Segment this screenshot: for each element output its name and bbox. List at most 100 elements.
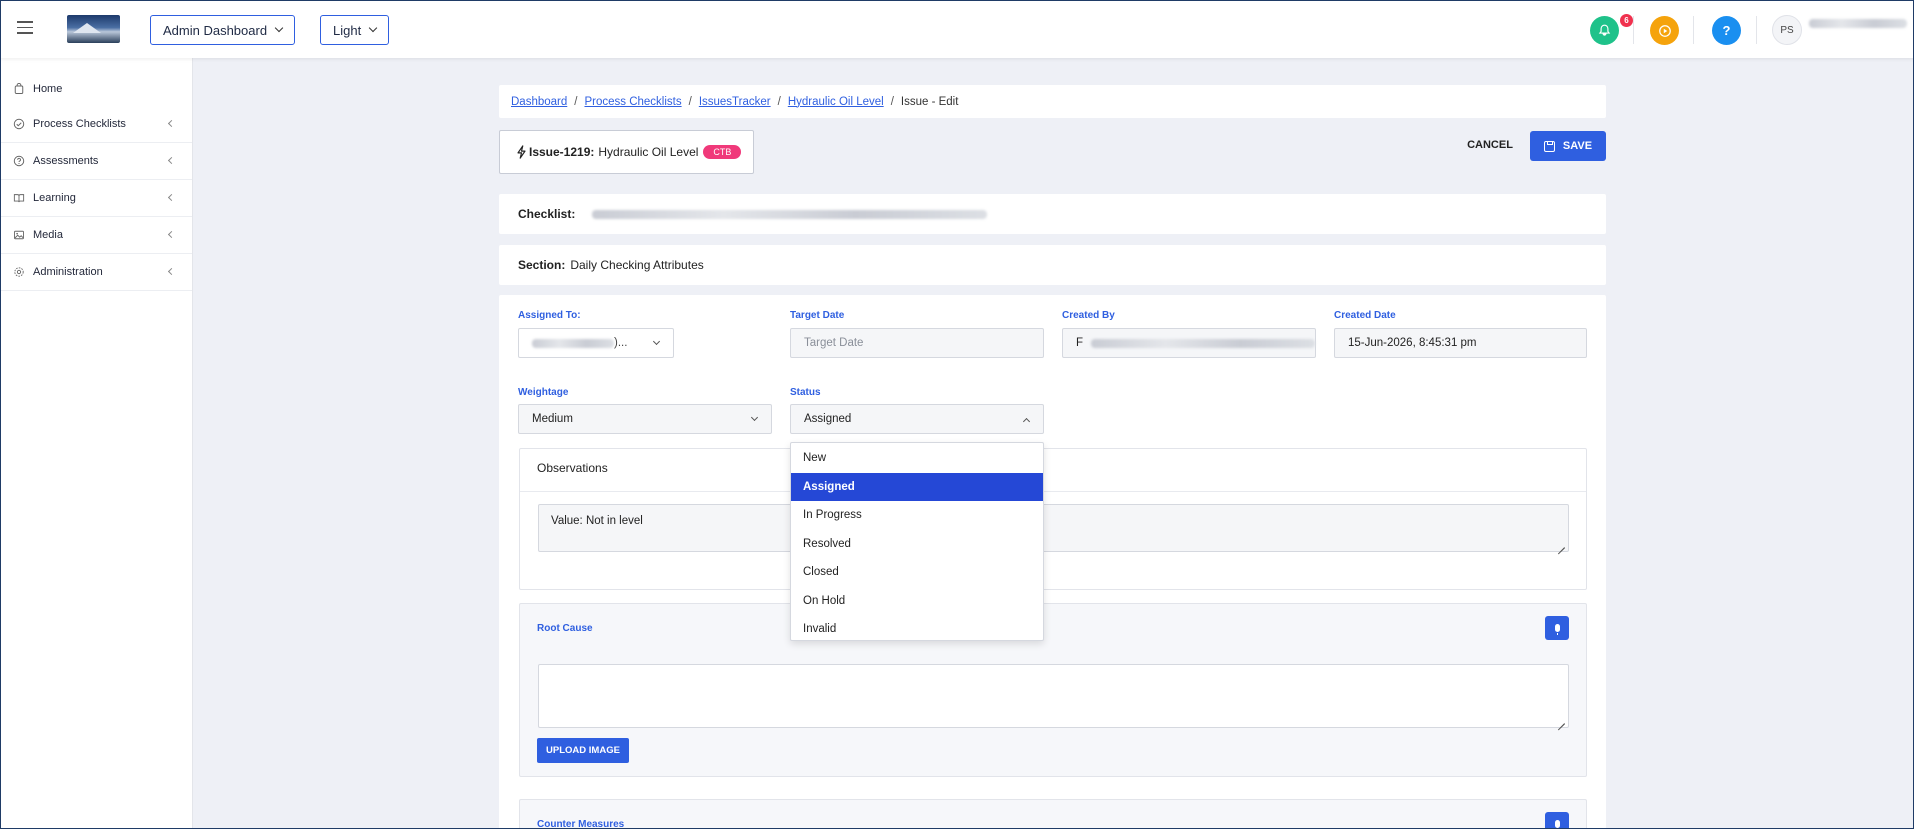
resize-handle-icon[interactable] <box>1556 539 1565 548</box>
avatar[interactable]: PS <box>1772 15 1802 45</box>
section-label: Section: <box>518 258 566 272</box>
breadcrumb-separator: / <box>688 95 692 108</box>
upload-image-button[interactable]: UPLOAD IMAGE <box>537 738 629 763</box>
issue-title: Hydraulic Oil Level <box>598 145 699 159</box>
breadcrumb-link-dashboard[interactable]: Dashboard <box>511 96 567 108</box>
counter-measures-card: Counter Measures <box>519 799 1587 829</box>
checklist-value-redacted <box>592 209 988 219</box>
sidebar-item-label: Media <box>33 229 63 241</box>
chevron-up-icon <box>1022 417 1031 426</box>
status-dropdown: New Assigned In Progress Resolved Closed… <box>790 442 1044 641</box>
notifications-button[interactable] <box>1590 16 1619 45</box>
redacted-text <box>1091 338 1315 348</box>
status-option-resolved[interactable]: Resolved <box>791 530 1043 559</box>
status-select[interactable]: Assigned <box>790 404 1044 434</box>
counter-measures-mic-button[interactable] <box>1545 812 1569 829</box>
sidebar-item-media[interactable]: Media <box>0 217 192 254</box>
assigned-to-suffix: )... <box>614 337 628 349</box>
breadcrumb-separator: / <box>777 95 781 108</box>
counter-measures-title: Counter Measures <box>537 819 625 829</box>
assigned-to-label: Assigned To: <box>518 310 581 321</box>
checklist-label: Checklist: <box>518 207 576 221</box>
sidebar-item-home[interactable]: Home <box>0 72 192 106</box>
observations-card: Observations Value: Not in level <box>519 448 1587 590</box>
divider <box>1633 16 1634 44</box>
status-value: Assigned <box>804 413 852 425</box>
status-option-assigned[interactable]: Assigned <box>791 472 1043 501</box>
sidebar-item-label: Process Checklists <box>33 118 126 130</box>
section-row: Section: Daily Checking Attributes <box>499 245 1606 285</box>
book-icon <box>13 192 25 204</box>
cancel-button[interactable]: CANCEL <box>1462 131 1518 159</box>
checklist-row: Checklist: <box>499 194 1606 234</box>
weightage-select[interactable]: Medium <box>518 404 772 434</box>
dashboard-select[interactable]: Admin Dashboard <box>150 15 296 45</box>
sidebar-item-assessments[interactable]: Assessments <box>0 143 192 180</box>
created-by-field: F <box>1062 328 1316 358</box>
status-option-closed[interactable]: Closed <box>791 558 1043 587</box>
breadcrumb-link-hydraulic-oil-level[interactable]: Hydraulic Oil Level <box>788 96 884 108</box>
notification-badge: 6 <box>1620 14 1633 27</box>
breadcrumb-current: Issue - Edit <box>900 95 959 108</box>
breadcrumb-link-issues-tracker[interactable]: IssuesTracker <box>699 96 771 108</box>
microphone-icon <box>1554 820 1560 828</box>
check-circle-icon <box>13 118 25 130</box>
created-date-field: 15-Jun-2026, 8:45:31 pm <box>1334 328 1587 358</box>
weightage-value: Medium <box>532 413 573 425</box>
sidebar-item-process-checklists[interactable]: Process Checklists <box>0 106 192 143</box>
observations-value: Value: Not in level <box>551 515 643 527</box>
image-icon <box>13 229 25 241</box>
home-icon <box>13 83 25 95</box>
theme-select[interactable]: Light <box>320 15 390 45</box>
status-option-new[interactable]: New <box>791 444 1043 473</box>
chevron-down-icon <box>750 413 759 422</box>
sidebar-item-administration[interactable]: Administration <box>0 254 192 291</box>
save-button[interactable]: SAVE <box>1530 131 1606 161</box>
company-logo[interactable] <box>67 15 120 43</box>
observations-title: Observations <box>537 461 608 475</box>
redacted-text <box>1809 19 1907 28</box>
root-cause-mic-button[interactable] <box>1545 616 1569 640</box>
divider <box>1756 16 1757 44</box>
status-option-in-progress[interactable]: In Progress <box>791 501 1043 530</box>
target-date-input[interactable]: Target Date <box>790 328 1044 358</box>
bell-icon <box>1598 24 1611 36</box>
breadcrumb-separator: / <box>890 95 894 108</box>
observations-textarea[interactable]: Value: Not in level <box>538 504 1569 552</box>
issue-id: Issue-1219: <box>529 145 595 159</box>
sidebar-item-learning[interactable]: Learning <box>0 180 192 217</box>
help-button[interactable]: ? <box>1712 16 1741 45</box>
breadcrumb: Dashboard / Process Checklists / IssuesT… <box>499 85 1606 118</box>
chevron-left-icon <box>167 193 176 202</box>
theme-select-label: Light <box>333 22 362 38</box>
user-name-redacted[interactable] <box>1809 16 1907 32</box>
resize-handle-icon[interactable] <box>1556 715 1565 724</box>
sidebar-item-label: Home <box>33 83 63 95</box>
menu-toggle-icon[interactable] <box>17 21 33 34</box>
play-button[interactable] <box>1650 16 1679 45</box>
sidebar: Home Process Checklists Assessments Lear… <box>0 58 193 829</box>
status-option-on-hold[interactable]: On Hold <box>791 587 1043 616</box>
created-date-label: Created Date <box>1334 310 1396 321</box>
issue-title-box: Issue-1219: Hydraulic Oil Level CTB <box>499 130 754 174</box>
help-icon: ? <box>1722 23 1731 38</box>
sidebar-item-label: Assessments <box>33 155 99 167</box>
microphone-icon <box>1554 624 1560 635</box>
root-cause-title: Root Cause <box>537 623 593 634</box>
save-icon <box>1543 140 1555 152</box>
chevron-left-icon <box>167 267 176 276</box>
chevron-left-icon <box>167 119 176 128</box>
divider <box>520 491 1586 492</box>
assigned-to-select[interactable]: )... <box>518 328 674 358</box>
root-cause-textarea[interactable] <box>538 664 1569 728</box>
status-option-invalid[interactable]: Invalid <box>791 615 1043 644</box>
chevron-down-icon <box>368 23 378 33</box>
divider <box>1693 16 1694 44</box>
question-circle-icon <box>13 155 25 167</box>
top-bar: Admin Dashboard Light 6 ? PS <box>0 0 1914 58</box>
created-by-initial: F <box>1076 337 1084 349</box>
chevron-down-icon <box>274 23 284 33</box>
breadcrumb-link-process-checklists[interactable]: Process Checklists <box>584 96 681 108</box>
status-label: Status <box>790 387 821 398</box>
root-cause-card: Root Cause UPLOAD IMAGE <box>519 603 1587 777</box>
